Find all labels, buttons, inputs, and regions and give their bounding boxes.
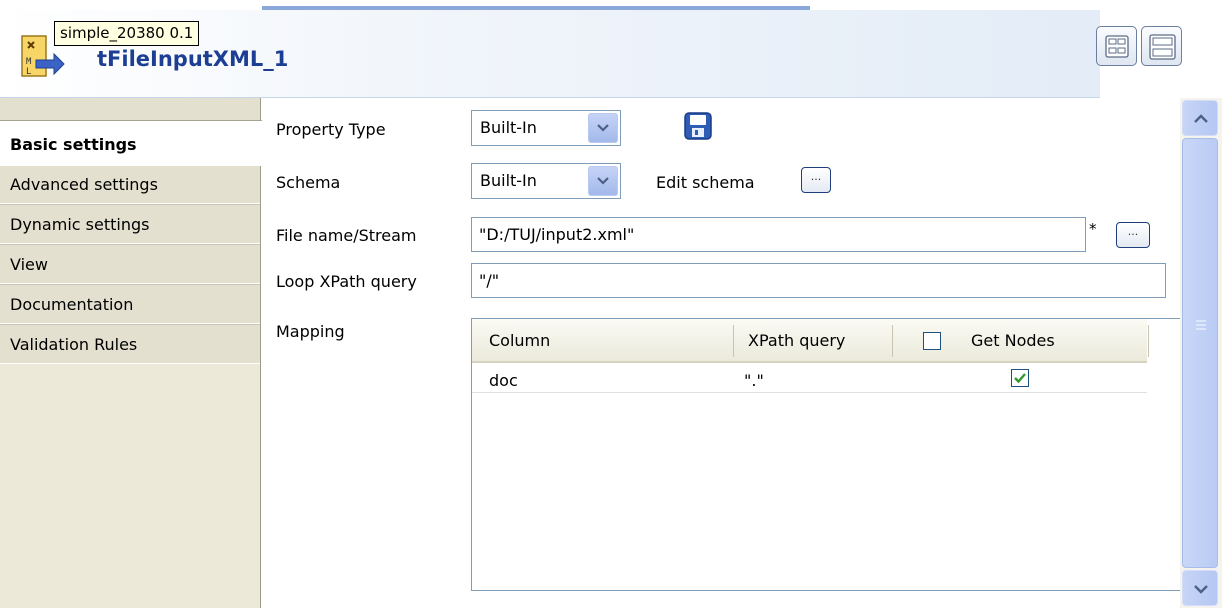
settings-tabs: Basic settings Advanced settings Dynamic… — [0, 98, 262, 608]
svg-text:M: M — [26, 57, 32, 67]
tab-basic-settings[interactable]: Basic settings — [0, 120, 262, 166]
schema-label: Schema — [276, 173, 341, 192]
grip-icon — [1196, 320, 1206, 330]
component-title: tFileInputXML_1 — [97, 47, 289, 71]
tab-strip-top — [0, 98, 260, 121]
chevron-down-icon[interactable] — [588, 113, 618, 143]
file-name-label: File name/Stream — [276, 226, 417, 245]
loop-xpath-input[interactable]: "/" — [471, 263, 1166, 298]
edit-schema-label: Edit schema — [656, 173, 755, 192]
tab-validation-rules[interactable]: Validation Rules — [0, 324, 260, 364]
column-header-xpath[interactable]: XPath query — [748, 331, 845, 350]
mapping-table[interactable]: Column XPath query Get Nodes doc "." — [471, 318, 1184, 591]
property-type-label: Property Type — [276, 120, 386, 139]
chevron-down-icon — [1194, 585, 1208, 594]
scrollbar-thumb[interactable] — [1182, 138, 1218, 568]
row-xpath-cell[interactable]: "." — [744, 371, 764, 390]
browse-file-button[interactable]: ... — [1116, 222, 1150, 248]
mapping-table-header: Column XPath query Get Nodes — [472, 319, 1149, 363]
grid-layout-icon — [1105, 35, 1129, 58]
edit-schema-button[interactable]: ... — [801, 167, 831, 193]
mapping-label: Mapping — [276, 322, 345, 341]
svg-text:L: L — [26, 67, 31, 77]
rows-layout-icon — [1149, 34, 1176, 60]
checkmark-icon — [1014, 373, 1026, 384]
scroll-down-button[interactable] — [1182, 570, 1218, 606]
save-icon[interactable] — [683, 111, 713, 141]
row-column-cell[interactable]: doc — [489, 371, 518, 390]
schema-value: Built-In — [480, 171, 537, 190]
column-header-get-nodes[interactable]: Get Nodes — [971, 331, 1055, 350]
required-marker: * — [1089, 220, 1097, 238]
loop-xpath-label: Loop XPath query — [276, 272, 417, 291]
get-nodes-header-checkbox[interactable] — [923, 332, 941, 350]
column-divider — [892, 325, 893, 357]
get-nodes-row-checkbox[interactable] — [1011, 369, 1029, 387]
top-clipped-strip — [0, 0, 1222, 10]
tab-advanced-settings[interactable]: Advanced settings — [0, 164, 260, 204]
property-type-select[interactable]: Built-In — [471, 110, 621, 146]
chevron-down-icon[interactable] — [588, 166, 618, 196]
tab-dynamic-settings[interactable]: Dynamic settings — [0, 204, 260, 244]
loop-xpath-value: "/" — [479, 271, 500, 290]
layout-rows-button[interactable] — [1141, 26, 1182, 66]
file-name-value: "D:/TUJ/input2.xml" — [479, 225, 635, 244]
scroll-up-button[interactable] — [1182, 100, 1218, 136]
property-type-value: Built-In — [480, 118, 537, 137]
table-row[interactable] — [472, 363, 1147, 393]
vertical-scrollbar[interactable] — [1180, 98, 1222, 608]
schema-select[interactable]: Built-In — [471, 163, 621, 199]
tab-documentation[interactable]: Documentation — [0, 284, 260, 324]
component-header: M L tFileInputXML_1 simple_20380 0.1 — [0, 10, 1222, 98]
tab-view[interactable]: View — [0, 244, 260, 284]
version-tooltip: simple_20380 0.1 — [54, 21, 200, 46]
chevron-up-icon — [1194, 114, 1208, 123]
layout-grid-button[interactable] — [1096, 26, 1137, 66]
file-name-input[interactable]: "D:/TUJ/input2.xml" — [471, 217, 1086, 252]
column-header-column[interactable]: Column — [489, 331, 550, 350]
column-divider — [733, 325, 734, 357]
column-divider — [1148, 325, 1149, 357]
